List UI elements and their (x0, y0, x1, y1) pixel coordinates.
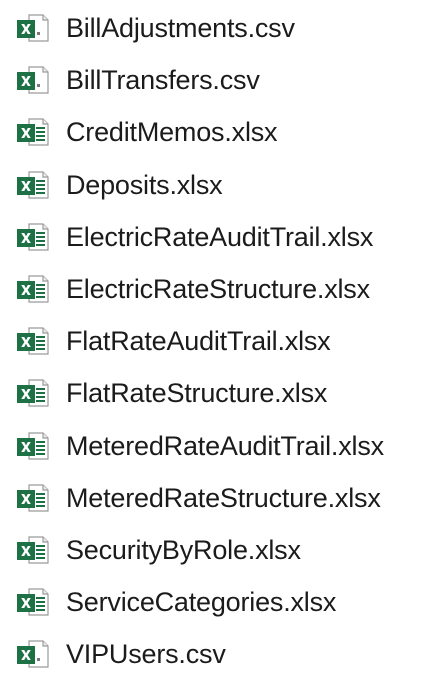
excel-csv-file-icon (16, 65, 50, 95)
excel-xlsx-file-icon (16, 117, 50, 147)
excel-xlsx-file-icon (16, 378, 50, 408)
file-name: ElectricRateStructure.xlsx (66, 274, 370, 304)
file-name: FlatRateStructure.xlsx (66, 378, 328, 409)
file-name: BillTransfers.csv (66, 65, 260, 96)
excel-xlsx-file-icon (16, 222, 50, 252)
file-name: ServiceCategories.xlsx (66, 587, 337, 618)
excel-xlsx-file-icon (16, 326, 50, 356)
excel-csv-file-icon (16, 13, 50, 43)
excel-xlsx-file-icon (16, 535, 50, 565)
file-item[interactable]: VIPUsers.csv (0, 630, 427, 678)
file-item[interactable]: SecurityByRole.xlsx (0, 526, 427, 574)
excel-xlsx-file-icon (16, 274, 50, 304)
file-item[interactable]: ElectricRateStructure.xlsx (0, 265, 427, 313)
file-item[interactable]: MeteredRateAuditTrail.xlsx (0, 422, 427, 470)
excel-xlsx-file-icon (16, 587, 50, 617)
file-item[interactable]: FlatRateStructure.xlsx (0, 369, 427, 417)
file-name: MeteredRateStructure.xlsx (66, 482, 381, 513)
file-name: MeteredRateAuditTrail.xlsx (66, 430, 384, 461)
file-item[interactable]: BillAdjustments.csv (0, 4, 427, 52)
excel-csv-file-icon (16, 639, 50, 669)
file-item[interactable]: ServiceCategories.xlsx (0, 578, 427, 626)
excel-xlsx-file-icon (16, 483, 50, 513)
file-item[interactable]: CreditMemos.xlsx (0, 108, 427, 156)
file-name: VIPUsers.csv (66, 639, 226, 670)
excel-xlsx-file-icon (16, 170, 50, 200)
file-name: BillAdjustments.csv (66, 13, 295, 43)
file-item[interactable]: MeteredRateStructure.xlsx (0, 474, 427, 522)
excel-xlsx-file-icon (16, 431, 50, 461)
file-name: SecurityByRole.xlsx (66, 535, 301, 565)
file-name: ElectricRateAuditTrail.xlsx (66, 221, 374, 252)
file-name: FlatRateAuditTrail.xlsx (66, 326, 331, 357)
file-item[interactable]: BillTransfers.csv (0, 56, 427, 104)
file-item[interactable]: FlatRateAuditTrail.xlsx (0, 317, 427, 365)
file-name: Deposits.xlsx (66, 169, 223, 200)
file-item[interactable]: ElectricRateAuditTrail.xlsx (0, 213, 427, 261)
file-item[interactable]: Deposits.xlsx (0, 161, 427, 209)
file-name: CreditMemos.xlsx (66, 117, 278, 148)
